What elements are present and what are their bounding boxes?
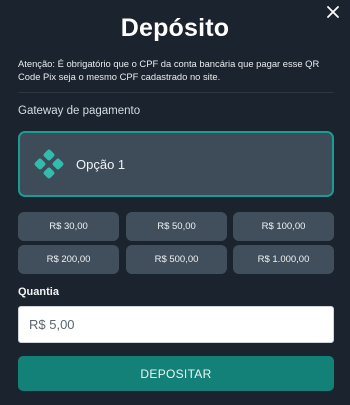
amount-button-500[interactable]: R$ 500,00 bbox=[126, 245, 227, 274]
quantity-input[interactable] bbox=[18, 306, 334, 343]
quantity-label: Quantia bbox=[18, 286, 59, 298]
gateway-option-label: Opção 1 bbox=[76, 157, 126, 172]
deposit-button[interactable]: DEPOSITAR bbox=[18, 356, 334, 391]
modal-title: Depósito bbox=[120, 14, 230, 42]
gateway-label: Gateway de pagamento bbox=[18, 105, 141, 117]
amount-button-1000[interactable]: R$ 1.000,00 bbox=[233, 245, 334, 274]
deposit-modal: Depósito Atenção: É obrigatório que o CP… bbox=[0, 0, 350, 405]
pix-icon bbox=[34, 149, 64, 179]
cpf-notice: Atenção: É obrigatório que o CPF da cont… bbox=[18, 58, 320, 82]
divider bbox=[18, 92, 334, 93]
amount-button-100[interactable]: R$ 100,00 bbox=[233, 212, 334, 241]
gateway-option-1[interactable]: Opção 1 bbox=[18, 131, 334, 197]
amount-button-30[interactable]: R$ 30,00 bbox=[18, 212, 119, 241]
amount-button-50[interactable]: R$ 50,00 bbox=[126, 212, 227, 241]
amount-button-200[interactable]: R$ 200,00 bbox=[18, 245, 119, 274]
